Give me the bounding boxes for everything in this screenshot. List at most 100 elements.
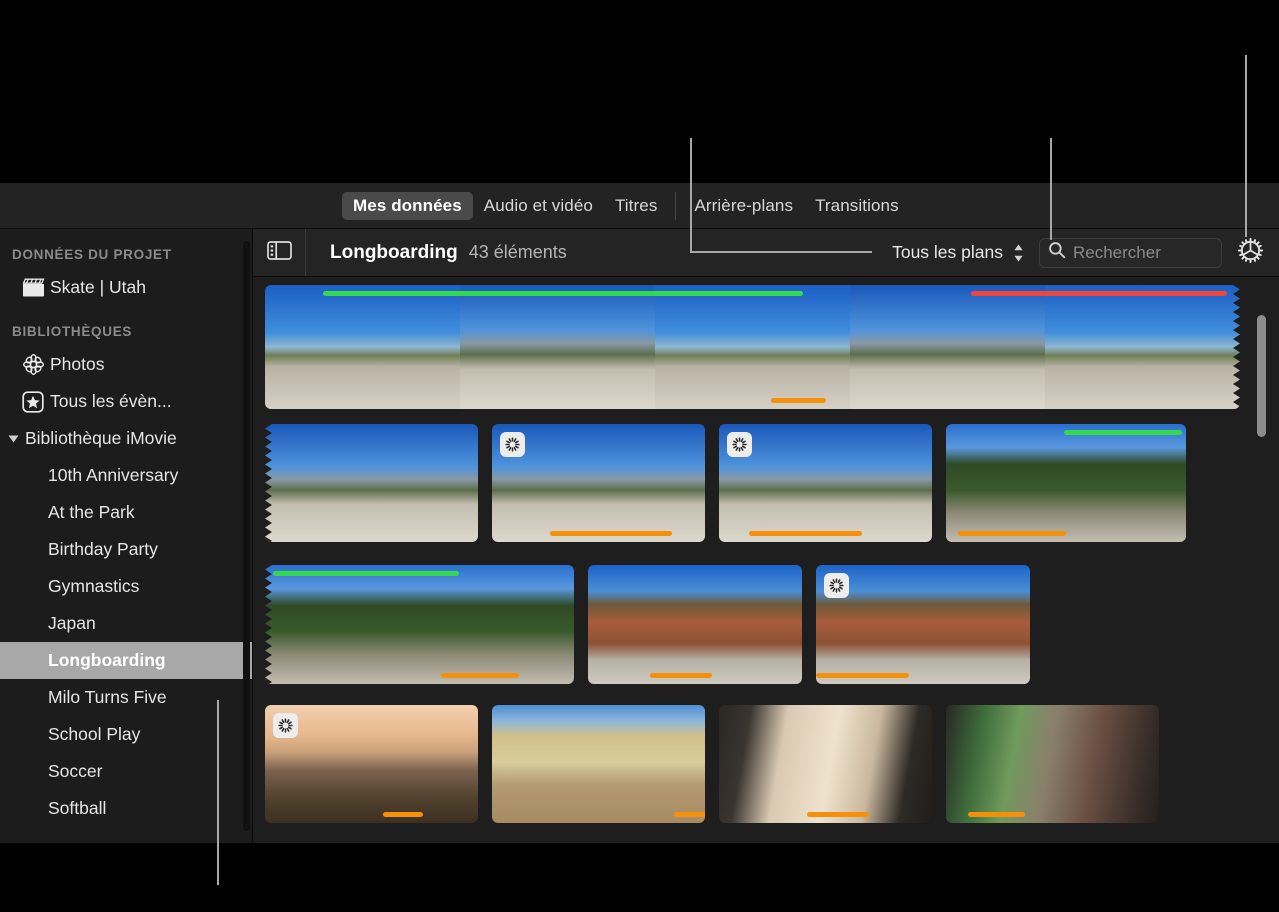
clip-frame xyxy=(1045,285,1240,409)
media-clip-thumbnail[interactable] xyxy=(265,565,574,684)
sidebar-event-soccer[interactable]: Soccer xyxy=(0,753,252,790)
media-clip-thumbnail[interactable] xyxy=(816,565,1030,684)
clip-frame xyxy=(265,565,574,684)
clapperboard-icon xyxy=(22,278,50,297)
sidebar-event-softball[interactable]: Softball xyxy=(0,790,252,827)
clip-frame xyxy=(460,285,655,409)
media-clip-thumbnail[interactable] xyxy=(946,705,1159,823)
sidebar-event-birthday-party[interactable]: Birthday Party xyxy=(0,531,252,568)
sidebar-item-label: Bibliothèque iMovie xyxy=(25,428,177,449)
media-grid-row xyxy=(265,285,1240,409)
media-clip-thumbnail[interactable] xyxy=(719,424,932,542)
tab-arriere-plans[interactable]: Arrière-plans xyxy=(683,192,804,220)
browser-toolbar: Longboarding 43 éléments Tous les plans xyxy=(253,229,1279,277)
stepper-updown-icon[interactable] xyxy=(1012,242,1025,264)
sidebar-toggle-icon xyxy=(267,241,292,265)
sidebar-item-label: Soccer xyxy=(48,761,102,782)
loading-spinner-icon xyxy=(273,713,298,738)
sidebar-event-milo-turns-five[interactable]: Milo Turns Five xyxy=(0,679,252,716)
search-field[interactable]: Rechercher xyxy=(1039,238,1222,268)
tab-separator xyxy=(675,192,676,220)
sidebar-section-header-project: DONNÉES DU PROJET xyxy=(0,229,252,269)
keyword-marker-bar[interactable] xyxy=(968,812,1025,817)
clip-ragged-edge xyxy=(265,424,272,542)
media-grid-row xyxy=(265,565,1030,684)
loading-spinner-icon xyxy=(727,432,752,457)
keyword-marker-bar[interactable] xyxy=(383,812,423,817)
media-category-tabbar: Mes données Audio et vidéo Titres Arrièr… xyxy=(0,183,1279,229)
tab-audio-et-video[interactable]: Audio et vidéo xyxy=(473,192,604,220)
clip-frame xyxy=(265,285,460,409)
sidebar-item-bibliotheque-imovie[interactable]: Bibliothèque iMovie xyxy=(0,420,252,457)
media-clip-thumbnail[interactable] xyxy=(719,705,932,823)
media-thumbnail-grid[interactable] xyxy=(253,277,1279,843)
sidebar-event-gymnastics[interactable]: Gymnastics xyxy=(0,568,252,605)
sidebar-item-label: Japan xyxy=(48,613,96,634)
favorite-marker-bar[interactable] xyxy=(273,571,459,576)
keyword-marker-bar[interactable] xyxy=(816,673,909,678)
sidebar-scrollbar[interactable] xyxy=(243,241,250,831)
reject-marker-bar[interactable] xyxy=(971,291,1227,296)
callout-settings-vertical xyxy=(1245,55,1247,237)
media-clip-thumbnail[interactable] xyxy=(588,565,802,684)
search-input-placeholder[interactable]: Rechercher xyxy=(1073,243,1161,263)
keyword-marker-bar[interactable] xyxy=(958,531,1066,536)
clip-frame xyxy=(719,705,932,823)
browser-item-count: 43 éléments xyxy=(469,242,567,263)
sidebar-event-10th-anniversary[interactable]: 10th Anniversary xyxy=(0,457,252,494)
media-clip-thumbnail[interactable] xyxy=(492,424,705,542)
clip-ragged-edge xyxy=(1233,285,1240,409)
clip-ragged-edge xyxy=(265,565,272,684)
favorite-marker-bar[interactable] xyxy=(1064,430,1182,435)
tab-transitions[interactable]: Transitions xyxy=(804,192,910,220)
sidebar-item-photos[interactable]: Photos xyxy=(0,346,252,383)
photos-flower-icon xyxy=(22,353,50,376)
sidebar-item-label: Longboarding xyxy=(48,650,166,671)
media-clip-thumbnail[interactable] xyxy=(946,424,1186,542)
sidebar-event-school-play[interactable]: School Play xyxy=(0,716,252,753)
favorite-marker-bar[interactable] xyxy=(323,291,803,296)
media-grid-row xyxy=(265,705,1159,823)
filter-label[interactable]: Tous les plans xyxy=(892,242,1003,263)
keyword-marker-bar[interactable] xyxy=(749,531,862,536)
tab-mes-donnees[interactable]: Mes données xyxy=(342,192,473,220)
keyword-marker-bar[interactable] xyxy=(441,673,519,678)
sidebar-item-label: Milo Turns Five xyxy=(48,687,167,708)
keyword-marker-bar[interactable] xyxy=(550,531,672,536)
grid-scrollbar[interactable] xyxy=(1257,315,1266,437)
clip-frame xyxy=(492,705,705,823)
star-square-icon xyxy=(22,391,50,413)
sidebar-item-label: 10th Anniversary xyxy=(48,465,178,486)
sidebar-event-at-the-park[interactable]: At the Park xyxy=(0,494,252,531)
browser-toolbar-right: Tous les plans xyxy=(892,236,1279,270)
clip-frame xyxy=(588,565,802,684)
gear-icon xyxy=(1236,236,1265,270)
media-clip-thumbnail[interactable] xyxy=(265,285,1240,409)
sidebar-item-label: Birthday Party xyxy=(48,539,158,560)
media-clip-thumbnail[interactable] xyxy=(265,705,478,823)
sidebar-item-skate-utah[interactable]: Skate | Utah xyxy=(0,269,252,306)
sidebar-event-longboarding[interactable]: Longboarding xyxy=(0,642,252,679)
clip-frame xyxy=(850,285,1045,409)
settings-button[interactable] xyxy=(1236,236,1265,270)
sidebar-item-label: School Play xyxy=(48,724,140,745)
disclosure-triangle-icon[interactable] xyxy=(9,435,19,442)
keyword-marker-bar[interactable] xyxy=(674,812,705,817)
keyword-marker-bar[interactable] xyxy=(807,812,869,817)
media-clip-thumbnail[interactable] xyxy=(265,424,478,542)
sidebar-toggle-button[interactable] xyxy=(253,229,306,276)
keyword-marker-bar[interactable] xyxy=(771,398,826,403)
clip-frame xyxy=(655,285,850,409)
clip-frame xyxy=(946,424,1186,542)
media-clip-thumbnail[interactable] xyxy=(492,705,705,823)
window-split: DONNÉES DU PROJET Skate | Utah BIBLIOTHÈ… xyxy=(0,229,1279,843)
sidebar-item-tous-les-evenements[interactable]: Tous les évèn... xyxy=(0,383,252,420)
sidebar-item-label: At the Park xyxy=(48,502,135,523)
callout-filter-vertical xyxy=(690,138,692,251)
media-browser-pane: Longboarding 43 éléments Tous les plans xyxy=(253,229,1279,843)
tab-titres[interactable]: Titres xyxy=(604,192,668,220)
sidebar-event-japan[interactable]: Japan xyxy=(0,605,252,642)
search-icon xyxy=(1048,241,1066,264)
sidebar-item-label: Gymnastics xyxy=(48,576,139,597)
keyword-marker-bar[interactable] xyxy=(650,673,712,678)
